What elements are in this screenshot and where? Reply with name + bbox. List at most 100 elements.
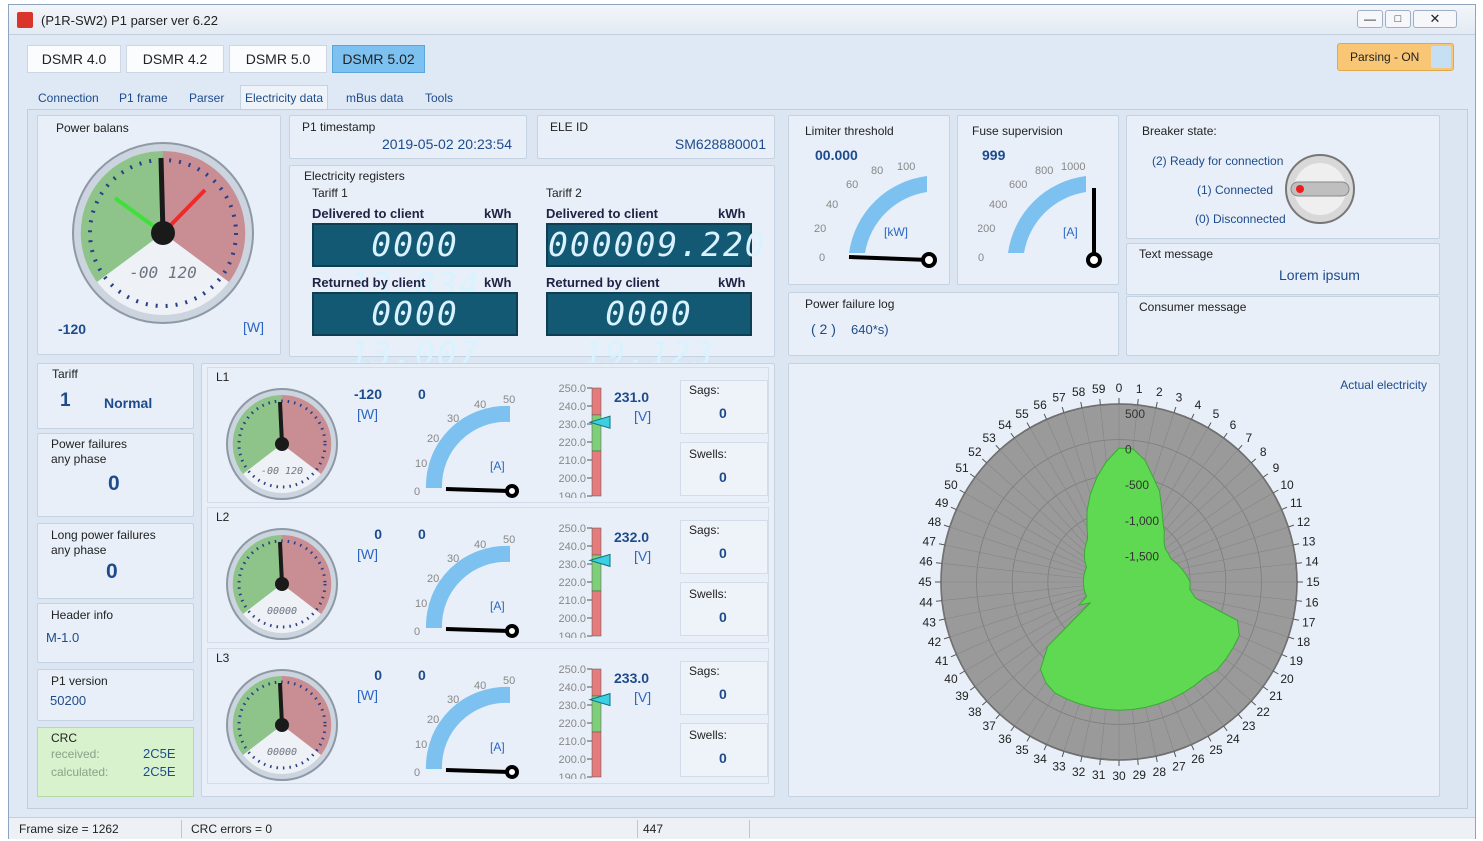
tab-dsmr-5-02[interactable]: DSMR 5.02 [332,45,425,73]
phase-power-gauge: 00000 [226,669,338,781]
crc-calculated-value: 2C5E [143,764,176,779]
tariff-panel: Tariff 1 Normal [37,363,194,429]
svg-text:200: 200 [978,223,995,235]
polar-angle-label: 57 [1052,390,1066,404]
status-divider-2 [637,820,638,838]
svg-text:400: 400 [989,199,1007,211]
t1-returned-unit: kWh [484,275,512,290]
svg-text:0: 0 [414,626,420,638]
header-info-panel: Header info M-1.0 [37,603,194,663]
long-power-failures-value: 0 [106,560,118,583]
polar-angle-label: 59 [1092,382,1106,396]
phase-swells-label: Swells: [689,447,728,461]
svg-text:30: 30 [447,694,459,706]
volt-tick-label: 200.0 [558,754,586,766]
tab-dsmr-5-0[interactable]: DSMR 5.0 [229,45,327,73]
phase-voltage-value: 232.0 [614,529,650,545]
polar-angle-label: 15 [1306,575,1320,589]
polar-angle-label: 11 [1290,496,1303,510]
power-balans-lcd: -00 120 [129,263,196,282]
polar-angle-label: 6 [1230,418,1237,432]
t1-returned-label: Returned by client [312,275,426,290]
tab-dsmr-4-2[interactable]: DSMR 4.2 [126,45,224,73]
subtab-tools[interactable]: Tools [421,88,457,110]
header-info-label: Header info [51,608,114,622]
t2-delivered-unit: kWh [718,206,746,221]
svg-text:10: 10 [415,598,427,610]
limiter-unit: [kW] [884,225,908,239]
subtab-connection[interactable]: Connection [34,88,103,110]
subtab-mbus-data[interactable]: mBus data [342,88,407,110]
subtab-parser[interactable]: Parser [185,88,228,110]
crc-panel: CRC received: 2C5E calculated: 2C5E [37,727,194,797]
minimize-icon[interactable]: — [1357,10,1383,28]
parsing-toggle-button[interactable]: Parsing - ON [1337,43,1454,71]
registers-title: Electricity registers [304,169,405,183]
polar-radial-tick: -1,000 [1125,514,1159,528]
status-divider-3 [749,820,750,838]
p1-timestamp-label: P1 timestamp [302,120,376,134]
phase-row-l1: L1 -00 120 -120 [W] 0 0 10 20 30 40 50 [A] 250.0 240.… [207,367,769,503]
polar-angle-label: 34 [1033,752,1047,766]
polar-angle-label: 20 [1280,672,1294,686]
phase-current-gauge: 0 10 20 30 40 50 [A] [414,534,519,638]
limiter-gauge: 0 20 40 60 80 100 [kW] [814,161,937,268]
phase-label: L3 [216,651,230,665]
long-power-failures-label: Long power failures [51,528,156,542]
polar-angle-label: 10 [1280,478,1294,492]
ele-id-label: ELE ID [550,120,589,134]
power-failures-sublabel: any phase [51,452,107,466]
phase-sags-label: Sags: [689,664,720,678]
polar-angle-label: 40 [944,672,958,686]
p1-version-value: 50200 [50,693,87,708]
phase-row-l3: L3 00000 0 [W] 0 0 10 20 30 40 50 [A] 250.0 240.0 230.… [207,648,769,784]
polar-angle-label: 54 [998,418,1012,432]
polar-angle-label: 47 [923,535,937,549]
limiter-label: Limiter threshold [805,124,894,138]
phase-current-gauge: 0 10 20 30 40 50 [A] [414,675,519,779]
breaker-switch-knob[interactable] [1283,152,1357,226]
phase-lcd: -00 120 [261,466,303,477]
t1-delivered-unit: kWh [484,206,512,221]
breaker-panel: Breaker state: (2) Ready for connection … [1126,115,1440,239]
volt-tick-label: 200.0 [558,613,586,625]
phase-voltage-unit: [V] [634,548,652,564]
phase-swells-box: Swells: 0 [680,582,768,636]
volt-tick-label: 200.0 [558,473,586,485]
phase-label: L2 [216,510,230,524]
svg-text:40: 40 [474,539,486,551]
power-failure-log-count: ( 2 ) [811,321,836,337]
limiter-panel: Limiter threshold 00.000 0 20 40 60 80 1… [788,115,950,285]
tab-dsmr-4-0[interactable]: DSMR 4.0 [27,45,121,73]
breaker-state-1: (1) Connected [1197,183,1274,197]
close-icon[interactable]: ✕ [1413,10,1457,28]
polar-angle-label: 35 [1015,743,1029,757]
phase-sags-value: 0 [719,686,727,702]
phase-row-l2: L2 00000 0 [W] 0 0 10 20 30 40 50 [A] 250.0 240.0 230.… [207,507,769,643]
svg-text:50: 50 [503,675,515,687]
polar-angle-label: 5 [1213,407,1220,421]
t2-returned-unit: kWh [718,275,746,290]
subtab-p1-frame[interactable]: P1 frame [115,88,172,110]
fuse-label: Fuse supervision [972,124,1063,138]
phase-voltage-scale: 250.0 240.0 230.0 220.0 210.0 200.0 190.0 [552,661,614,784]
phase-sags-box: Sags: 0 [680,380,768,434]
subtab-electricity-data[interactable]: Electricity data [240,85,329,110]
phase-sags-value: 0 [719,545,727,561]
svg-text:50: 50 [503,394,515,406]
polar-angle-label: 23 [1242,719,1256,733]
crc-received-value: 2C5E [143,746,176,761]
maximize-icon[interactable]: □ [1385,10,1411,28]
svg-text:0: 0 [819,252,825,264]
polar-angle-label: 28 [1153,765,1167,779]
volt-tick-label: 220.0 [558,437,586,449]
svg-text:0: 0 [414,767,420,779]
polar-angle-label: 27 [1172,760,1186,774]
fuse-panel: Fuse supervision 999 0 200 400 600 800 1… [957,115,1119,285]
electricity-registers-panel: Electricity registers Tariff 1 Tariff 2 … [289,165,775,373]
status-bar: Frame size = 1262 CRC errors = 0 447 [9,817,1475,839]
polar-angle-label: 7 [1245,431,1252,445]
status-frame-size: Frame size = 1262 [19,822,119,836]
consumer-message-panel: Consumer message [1126,296,1440,356]
svg-text:60: 60 [846,179,858,191]
